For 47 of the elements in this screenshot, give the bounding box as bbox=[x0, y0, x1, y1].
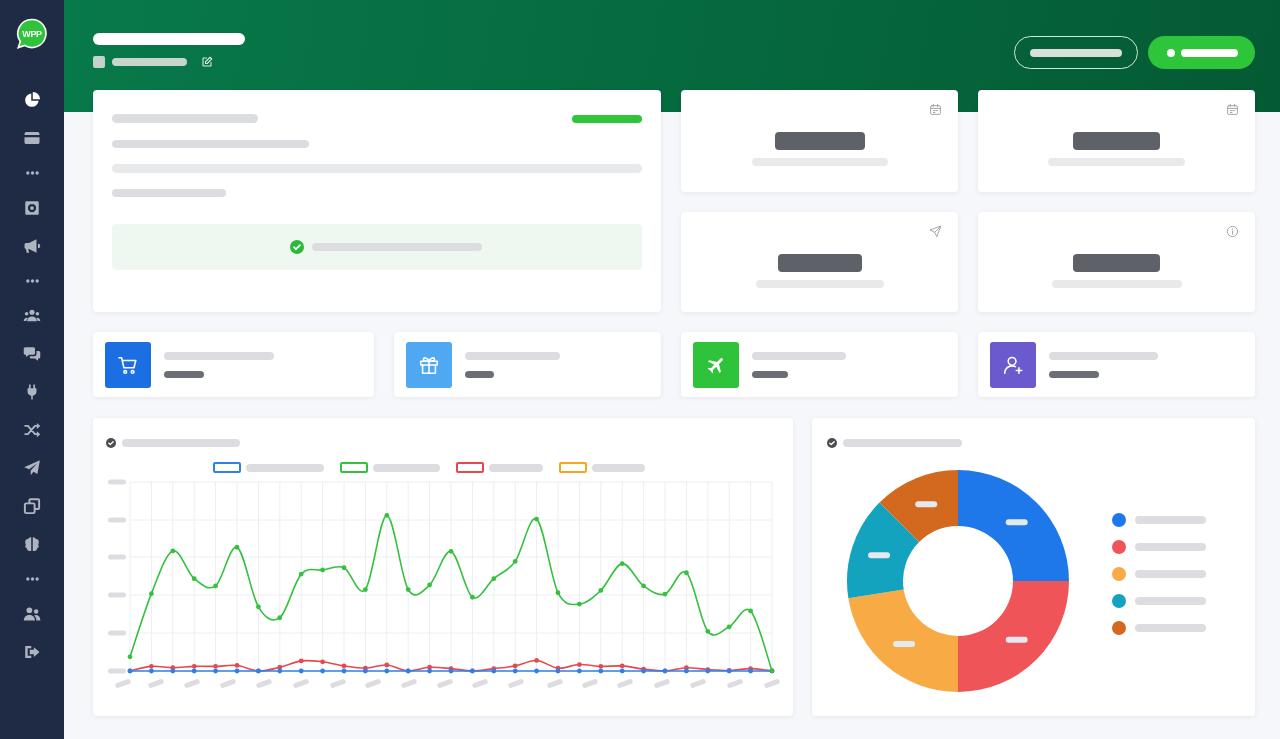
shortcut-card[interactable] bbox=[394, 332, 661, 397]
placeholder-bar bbox=[1135, 570, 1206, 578]
check-circle-icon bbox=[827, 438, 837, 448]
megaphone-icon[interactable] bbox=[23, 237, 41, 255]
placeholder-bar bbox=[1135, 516, 1206, 524]
placeholder-bar bbox=[465, 370, 494, 378]
edit-icon[interactable] bbox=[201, 56, 213, 68]
ellipsis-icon bbox=[25, 279, 39, 283]
swatch-icon[interactable] bbox=[559, 462, 587, 473]
placeholder-bar bbox=[572, 114, 642, 123]
placeholder-bar bbox=[164, 370, 204, 378]
placeholder-bar bbox=[752, 370, 788, 378]
placeholder-bar bbox=[1135, 597, 1206, 605]
swatch-icon[interactable] bbox=[456, 462, 484, 473]
shuffle-icon[interactable] bbox=[23, 421, 41, 439]
dot-icon bbox=[1167, 48, 1175, 57]
calendar-icon bbox=[1226, 103, 1239, 116]
placeholder-bar bbox=[1135, 543, 1206, 551]
shortcut-card[interactable] bbox=[978, 332, 1255, 397]
paper-plane-icon[interactable] bbox=[23, 459, 41, 477]
ellipsis-icon bbox=[25, 577, 39, 581]
placeholder-bar bbox=[373, 463, 440, 472]
ellipsis-icon bbox=[25, 171, 39, 175]
shortcut-card[interactable] bbox=[93, 332, 374, 397]
user-pair-icon[interactable] bbox=[23, 605, 41, 623]
logo[interactable]: WPP bbox=[16, 18, 48, 50]
calendar-icon bbox=[929, 103, 942, 116]
sign-out-icon[interactable] bbox=[23, 643, 41, 661]
info-icon bbox=[1226, 225, 1239, 238]
brain-icon[interactable] bbox=[23, 535, 41, 553]
paper-plane-icon bbox=[929, 225, 942, 238]
windows-icon[interactable] bbox=[23, 497, 41, 515]
check-circle-icon bbox=[106, 438, 116, 448]
primary-button[interactable] bbox=[1148, 36, 1255, 69]
placeholder-bar bbox=[1135, 624, 1206, 632]
swatch-icon[interactable] bbox=[340, 462, 368, 473]
placeholder-bar bbox=[592, 463, 645, 472]
pie-chart-icon[interactable] bbox=[23, 91, 41, 109]
safe-icon[interactable] bbox=[23, 199, 41, 217]
placeholder-bar bbox=[1181, 48, 1238, 57]
chat-bubbles-icon[interactable] bbox=[23, 345, 41, 363]
swatch-icon[interactable] bbox=[213, 462, 241, 473]
placeholder-bar bbox=[1049, 370, 1099, 378]
square-icon bbox=[93, 56, 105, 68]
check-circle-icon bbox=[290, 240, 304, 254]
placeholder-bar bbox=[489, 463, 543, 472]
credit-card-icon[interactable] bbox=[23, 129, 41, 147]
